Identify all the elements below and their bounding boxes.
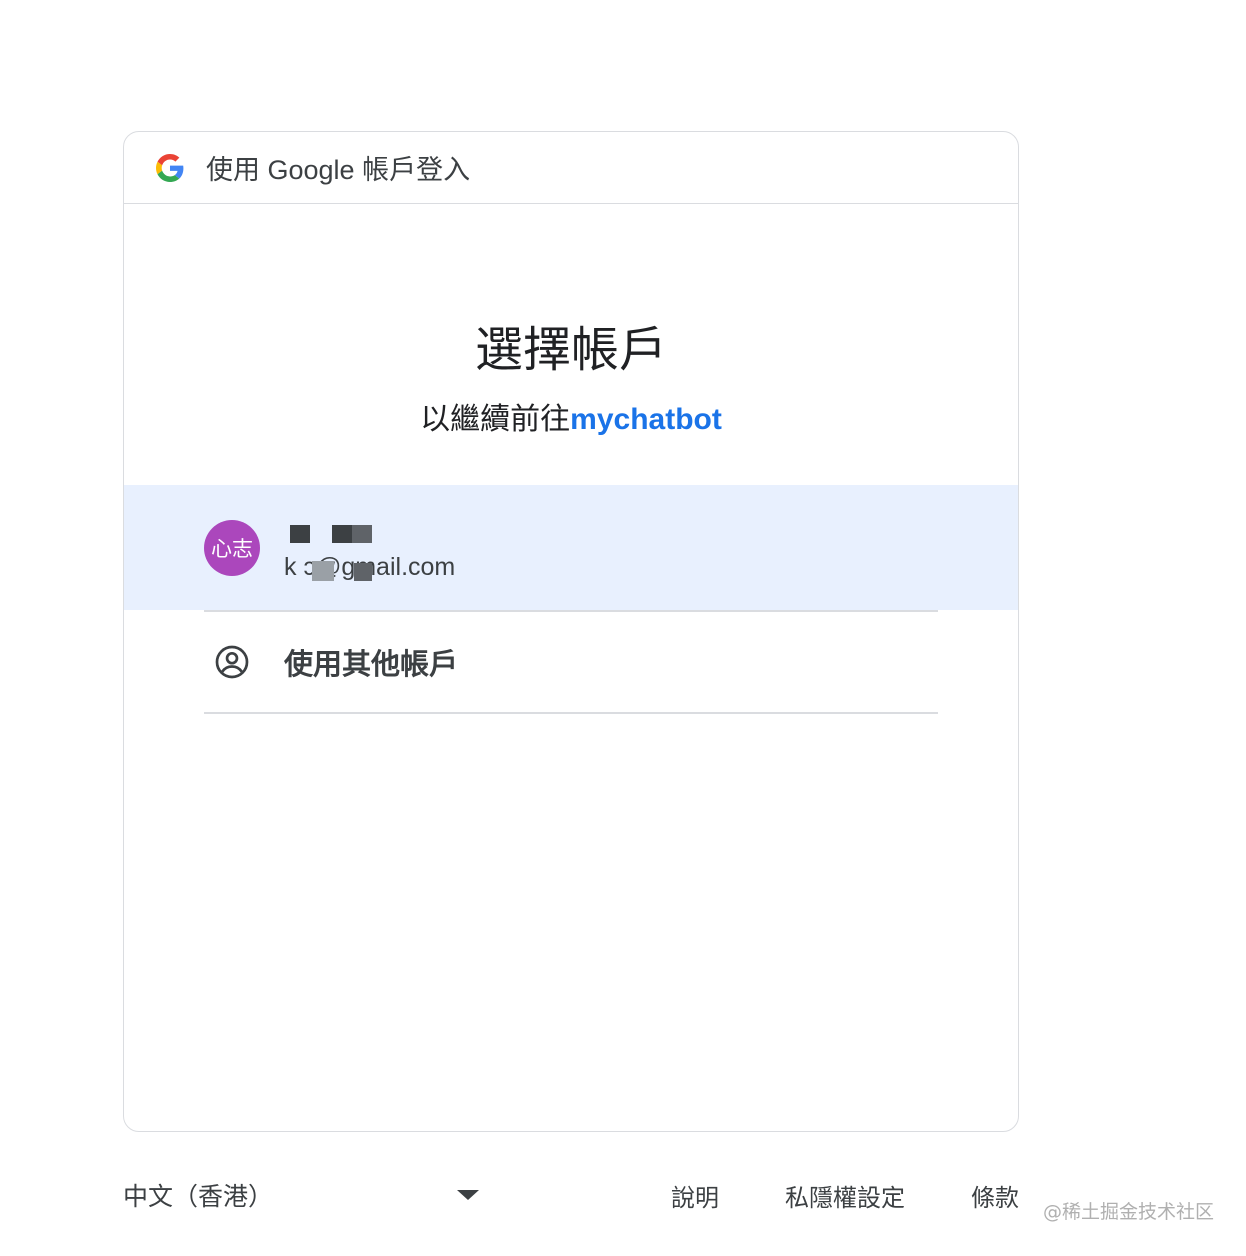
- language-select[interactable]: 中文（香港）: [123, 1172, 483, 1218]
- dropdown-arrow-icon: [457, 1190, 479, 1200]
- email-redaction: [312, 561, 334, 581]
- footer-links: 說明 私隱權設定 條款: [605, 1172, 1019, 1218]
- privacy-link[interactable]: 私隱權設定: [785, 1178, 905, 1213]
- google-g-icon: [156, 153, 184, 182]
- terms-link[interactable]: 條款: [971, 1178, 1019, 1213]
- page-subtitle: 以繼續前往mychatbot: [124, 394, 1018, 438]
- page-title: 選擇帳戶: [474, 322, 667, 378]
- subtitle-prefix: 以繼續前往: [420, 402, 571, 437]
- use-another-account-label: 使用其他帳戶: [284, 647, 459, 681]
- watermark: @稀土掘金技术社区: [1042, 1201, 1214, 1223]
- divider: [204, 712, 938, 714]
- account-name-redacted: [290, 521, 380, 543]
- email-redaction-2: [354, 563, 372, 581]
- language-label: 中文（香港）: [123, 1182, 274, 1211]
- use-another-account-button[interactable]: 使用其他帳戶: [204, 612, 940, 712]
- account-circle-icon: [215, 645, 249, 679]
- footer: 中文（香港） 說明 私隱權設定 條款: [123, 1172, 1019, 1218]
- sign-in-card: 使用 Google 帳戶登入 選擇帳戶 以繼續前往mychatbot 心志 k …: [123, 131, 1019, 1132]
- help-link[interactable]: 說明: [671, 1178, 719, 1213]
- header-title: 使用 Google 帳戶登入: [206, 155, 471, 185]
- avatar: 心志: [204, 520, 260, 576]
- card-header: 使用 Google 帳戶登入: [124, 132, 1018, 204]
- app-name-link[interactable]: mychatbot: [570, 403, 722, 436]
- account-item[interactable]: 心志 k ɔ@gmail.com: [124, 485, 1018, 610]
